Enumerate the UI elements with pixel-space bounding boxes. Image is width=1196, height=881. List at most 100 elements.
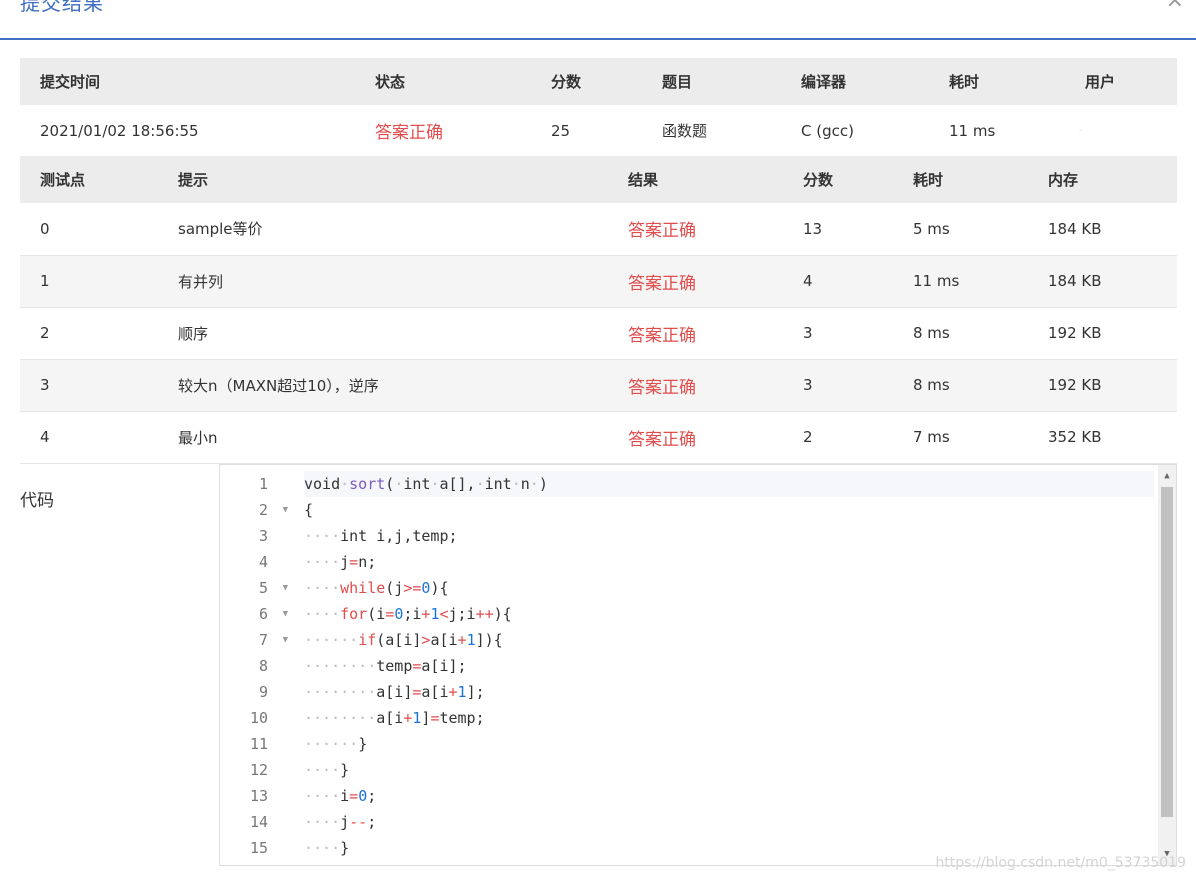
case-memory: 184 KB xyxy=(1048,272,1102,290)
code-label: 代码 xyxy=(20,491,54,511)
table-row: 3 较大n（MAXN超过10），逆序 答案正确 3 8 ms 192 KB xyxy=(20,359,1177,411)
case-id: 3 xyxy=(40,376,50,394)
header-score: 分数 xyxy=(551,73,582,91)
case-time: 7 ms xyxy=(913,428,950,446)
user-value: - xyxy=(1079,125,1083,136)
code-line[interactable]: ········a[i+1]=temp; xyxy=(304,705,1154,731)
code-line[interactable]: ····while(j>=0){ xyxy=(304,575,1154,601)
line-number: 14 xyxy=(249,813,268,831)
line-number: 5 ▼ xyxy=(220,575,296,601)
header-compiler: 编译器 xyxy=(801,73,847,91)
case-score: 3 xyxy=(803,376,813,394)
line-number: 4 xyxy=(258,553,268,571)
line-number-gutter: 1 2 ▼ 3 4 5 ▼ 6 ▼ 7 ▼ 8 9 10 11 12 13 14 15 xyxy=(220,471,296,861)
code-line[interactable]: ····i=0; xyxy=(304,783,1154,809)
case-time: 11 ms xyxy=(913,272,960,290)
case-hint: 较大n（MAXN超过10），逆序 xyxy=(178,376,379,395)
problem-value: 函数题 xyxy=(662,122,708,140)
fold-arrow-icon[interactable]: ▼ xyxy=(283,601,288,627)
code-content[interactable]: void·sort(·int·a[],·int·n·){····int i,j,… xyxy=(304,471,1154,861)
status-value: 答案正确 xyxy=(375,123,443,143)
code-line[interactable]: ····for(i=0;i+1<j;i++){ xyxy=(304,601,1154,627)
line-number: 12 xyxy=(249,761,268,779)
header-hint: 提示 xyxy=(178,171,209,189)
code-line[interactable]: ····j=n; xyxy=(304,549,1154,575)
case-memory: 184 KB xyxy=(1048,219,1102,238)
fold-arrow-icon[interactable]: ▼ xyxy=(283,627,288,653)
header-case-id: 测试点 xyxy=(40,171,86,189)
line-number: 15 xyxy=(249,839,268,857)
table-row: 0 sample等价 答案正确 13 5 ms 184 KB xyxy=(20,203,1177,255)
header-user: 用户 xyxy=(1085,73,1116,91)
case-time: 5 ms xyxy=(913,219,950,238)
case-score: 3 xyxy=(803,324,813,342)
line-number: 10 xyxy=(249,709,268,727)
code-line[interactable]: void·sort(·int·a[],·int·n·) xyxy=(304,471,1154,497)
header-status: 状态 xyxy=(375,73,406,91)
close-icon[interactable]: × xyxy=(1166,0,1184,13)
watermark: https://blog.csdn.net/m0_53735019 xyxy=(935,855,1186,871)
case-id: 0 xyxy=(40,219,50,238)
code-line[interactable]: ······if(a[i]>a[i+1]){ xyxy=(304,627,1154,653)
modal-title: 提交结果 xyxy=(20,0,104,15)
header-result: 结果 xyxy=(628,171,659,189)
line-number: 2 ▼ xyxy=(220,497,296,523)
line-number: 7 ▼ xyxy=(220,627,296,653)
case-id: 4 xyxy=(40,428,50,446)
code-line[interactable]: ····int i,j,temp; xyxy=(304,523,1154,549)
case-score: 13 xyxy=(803,219,823,238)
summary-row: 2021/01/02 18:56:55 答案正确 25 函数题 C (gcc) … xyxy=(20,105,1177,156)
case-hint: sample等价 xyxy=(178,220,263,239)
code-line[interactable]: ········temp=a[i]; xyxy=(304,653,1154,679)
modal-header: 提交结果 × xyxy=(0,0,1196,40)
vertical-scrollbar[interactable]: ▲ ▼ xyxy=(1158,465,1176,865)
score-value: 25 xyxy=(551,121,571,140)
case-score: 2 xyxy=(803,428,813,446)
code-line[interactable]: ······} xyxy=(304,731,1154,757)
header-submit-time: 提交时间 xyxy=(40,73,101,91)
compiler-value: C (gcc) xyxy=(801,121,854,140)
header-memory: 内存 xyxy=(1048,171,1079,189)
header-case-score: 分数 xyxy=(803,171,834,189)
summary-header-row: 提交时间 状态 分数 题目 编译器 耗时 用户 xyxy=(20,58,1177,105)
case-result: 答案正确 xyxy=(628,377,696,398)
fold-arrow-icon[interactable]: ▼ xyxy=(283,575,288,601)
line-number: 9 xyxy=(258,683,268,701)
scroll-up-arrow-icon[interactable]: ▲ xyxy=(1158,467,1176,485)
line-number: 8 xyxy=(258,657,268,675)
elapsed-value: 11 ms xyxy=(949,121,996,140)
header-problem: 题目 xyxy=(662,73,693,91)
case-hint: 最小n xyxy=(178,428,218,447)
test-cases-table: 测试点 提示 结果 分数 耗时 内存 0 sample等价 答案正确 13 5 … xyxy=(20,156,1177,464)
case-score: 4 xyxy=(803,272,813,290)
code-editor[interactable]: 1 2 ▼ 3 4 5 ▼ 6 ▼ 7 ▼ 8 9 10 11 12 13 14 15 void·sort(·int… xyxy=(219,464,1177,866)
case-result: 答案正确 xyxy=(628,429,696,450)
case-memory: 192 KB xyxy=(1048,324,1102,342)
case-result: 答案正确 xyxy=(628,221,696,242)
case-id: 2 xyxy=(40,324,50,342)
code-line[interactable]: ········a[i]=a[i+1]; xyxy=(304,679,1154,705)
case-result: 答案正确 xyxy=(628,273,696,294)
table-row: 2 顺序 答案正确 3 8 ms 192 KB xyxy=(20,307,1177,359)
line-number: 13 xyxy=(249,787,268,805)
line-number: 1 xyxy=(258,475,268,493)
line-number: 11 xyxy=(249,735,268,753)
code-line[interactable]: ····} xyxy=(304,757,1154,783)
scroll-thumb[interactable] xyxy=(1161,487,1173,817)
case-time: 8 ms xyxy=(913,376,950,394)
submission-summary-table: 提交时间 状态 分数 题目 编译器 耗时 用户 2021/01/02 18:56… xyxy=(20,58,1177,156)
code-line[interactable]: { xyxy=(304,497,1154,523)
line-number: 3 xyxy=(258,527,268,545)
table-row: 1 有并列 答案正确 4 11 ms 184 KB xyxy=(20,255,1177,307)
cases-header-row: 测试点 提示 结果 分数 耗时 内存 xyxy=(20,156,1177,203)
case-result: 答案正确 xyxy=(628,325,696,346)
table-row: 4 最小n 答案正确 2 7 ms 352 KB xyxy=(20,411,1177,463)
case-memory: 192 KB xyxy=(1048,376,1102,394)
case-memory: 352 KB xyxy=(1048,428,1102,446)
submit-time: 2021/01/02 18:56:55 xyxy=(40,121,199,140)
fold-arrow-icon[interactable]: ▼ xyxy=(283,497,288,523)
case-id: 1 xyxy=(40,272,50,290)
line-number: 6 ▼ xyxy=(220,601,296,627)
header-case-time: 耗时 xyxy=(913,171,944,189)
code-line[interactable]: ····j--; xyxy=(304,809,1154,835)
